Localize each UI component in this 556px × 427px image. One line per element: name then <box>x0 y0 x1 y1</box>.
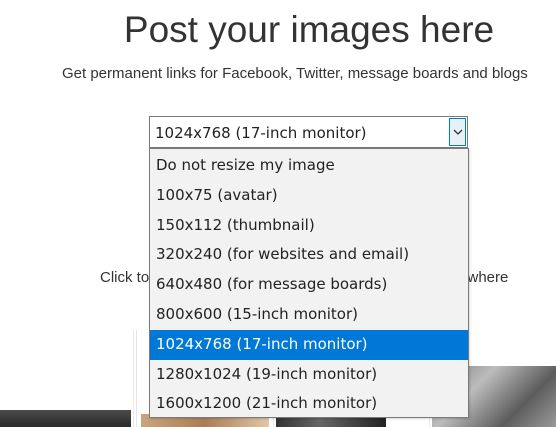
page-title: Post your images here <box>123 9 495 50</box>
chevron-down-icon <box>453 129 463 135</box>
upload-instruction-left: Click to <box>100 269 150 286</box>
resize-option[interactable]: 1600x1200 (21-inch monitor) <box>150 389 468 419</box>
resize-options-list[interactable]: Do not resize my image 100x75 (avatar) 150… <box>149 148 469 418</box>
resize-option[interactable]: Do not resize my image <box>150 151 468 181</box>
resize-select[interactable]: 1024x768 (17-inch monitor) <box>149 116 468 148</box>
resize-option[interactable]: 640x480 (for message boards) <box>150 270 468 300</box>
resize-option[interactable]: 150x112 (thumbnail) <box>150 211 468 241</box>
resize-option[interactable]: 1024x768 (17-inch monitor) <box>150 329 468 360</box>
resize-option[interactable]: 1280x1024 (19-inch monitor) <box>150 360 468 390</box>
resize-select-value: 1024x768 (17-inch monitor) <box>155 124 367 142</box>
featured-image-thumbnail[interactable] <box>0 410 131 427</box>
resize-option[interactable]: 100x75 (avatar) <box>150 181 468 211</box>
resize-option[interactable]: 320x240 (for websites and email) <box>150 240 468 270</box>
dropdown-arrow-button[interactable] <box>449 118 466 146</box>
resize-option[interactable]: 800x600 (15-inch monitor) <box>150 300 468 330</box>
page-subtitle: Get permanent links for Facebook, Twitte… <box>62 65 528 82</box>
thumbnail-divider <box>133 330 134 427</box>
